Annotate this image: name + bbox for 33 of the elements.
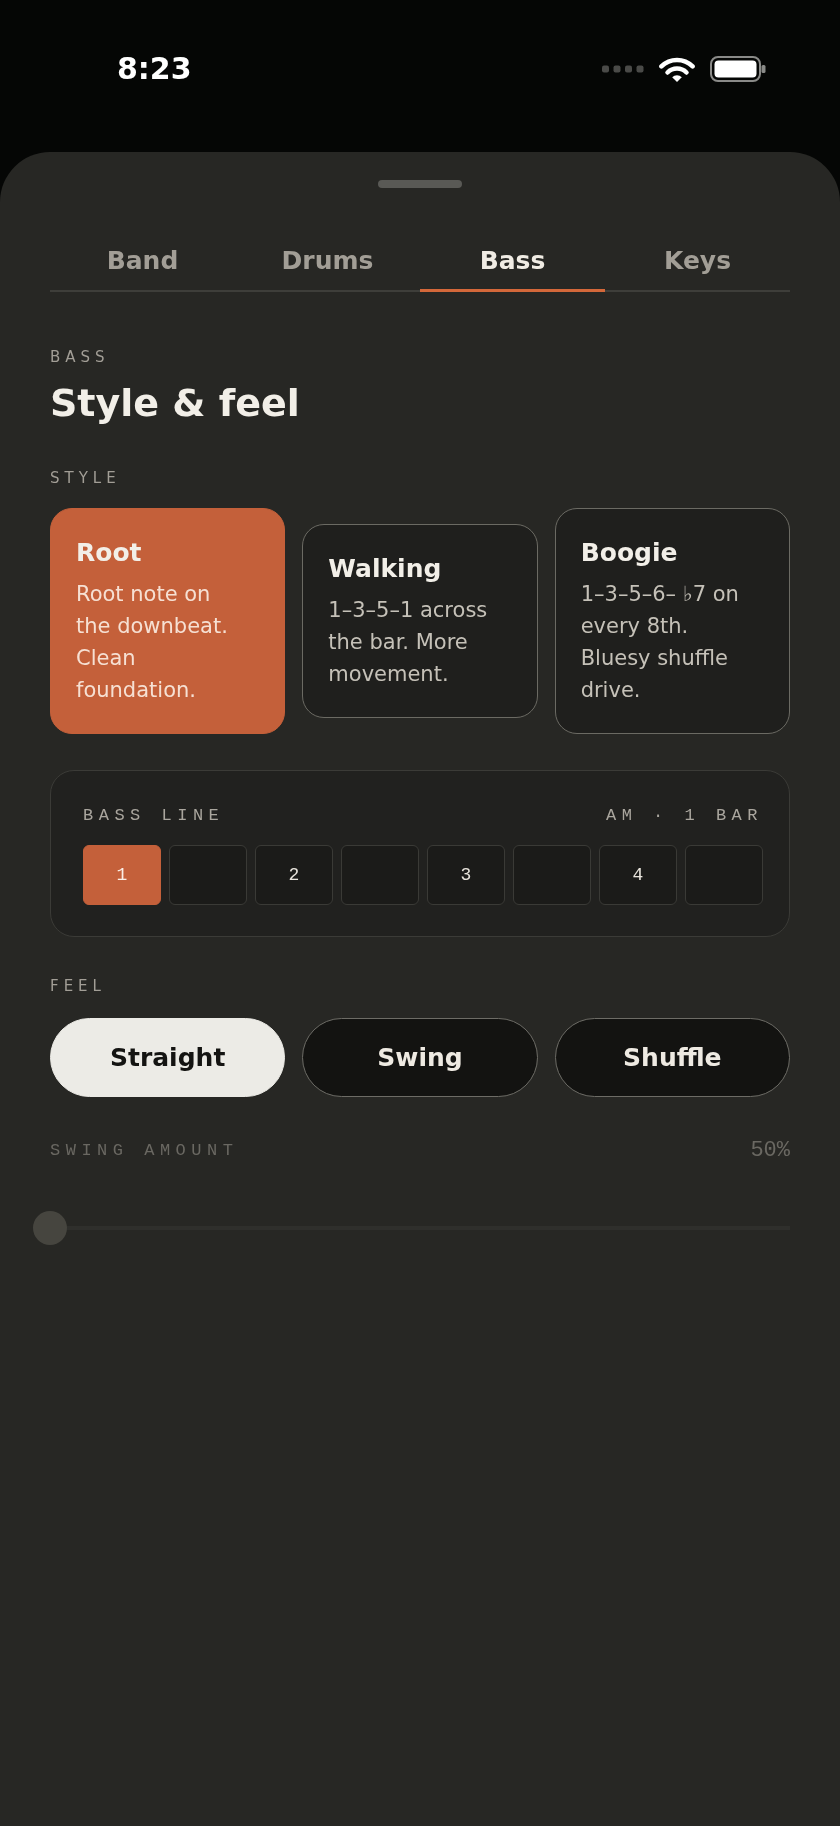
battery-icon xyxy=(710,56,766,82)
feel-option-button[interactable]: Shuffle xyxy=(554,1018,790,1097)
panel-title: BASS LINE xyxy=(83,806,225,826)
tab[interactable]: Bass xyxy=(420,233,605,292)
feel-option-button[interactable]: Swing xyxy=(302,1018,538,1097)
page-title: Style & feel xyxy=(50,380,301,426)
status-time: 8:23 xyxy=(117,50,192,88)
style-option-title: Boogie xyxy=(580,537,679,569)
tab[interactable]: Drums xyxy=(235,233,420,292)
section-label: STYLE xyxy=(50,468,122,488)
style-option-card[interactable]: Root Root note on the downbeat. Clean foundation. xyxy=(50,508,286,734)
step-cell: 1 xyxy=(83,845,161,905)
style-option-card[interactable]: Boogie 1–3–5–6– ♭7 on every 8th. Bluesy shuffle drive. xyxy=(554,508,790,734)
panel-meta: AM · 1 BAR xyxy=(605,806,763,826)
style-option-description: Root note on the downbeat. Clean foundation. xyxy=(76,581,229,704)
tab[interactable]: Keys xyxy=(605,233,790,292)
step-cell: 4 xyxy=(599,845,677,905)
signal-dots-icon xyxy=(602,65,644,73)
slider-label: SWING AMOUNT xyxy=(50,1140,239,1162)
drag-handle[interactable] xyxy=(378,180,462,188)
slider-value: 50% xyxy=(750,1140,790,1162)
style-option-card[interactable]: Walking 1–3–5–1 across the bar. More movement. xyxy=(302,524,538,718)
style-option-title: Root xyxy=(76,537,143,569)
style-option-title: Walking xyxy=(328,553,443,585)
tab[interactable]: Band xyxy=(50,233,235,292)
section-eyebrow: BASS xyxy=(50,347,111,367)
step-cell: 3 xyxy=(427,845,505,905)
step-cell: 2 xyxy=(255,845,333,905)
style-option-description: 1–3–5–6– ♭7 on every 8th. Bluesy shuffle drive. xyxy=(580,581,740,704)
style-option-description: 1–3–5–1 across the bar. More movement. xyxy=(328,597,489,688)
wifi-icon xyxy=(659,55,695,83)
feel-option-button[interactable]: Straight xyxy=(50,1018,286,1097)
section-label: FEEL xyxy=(50,976,107,996)
